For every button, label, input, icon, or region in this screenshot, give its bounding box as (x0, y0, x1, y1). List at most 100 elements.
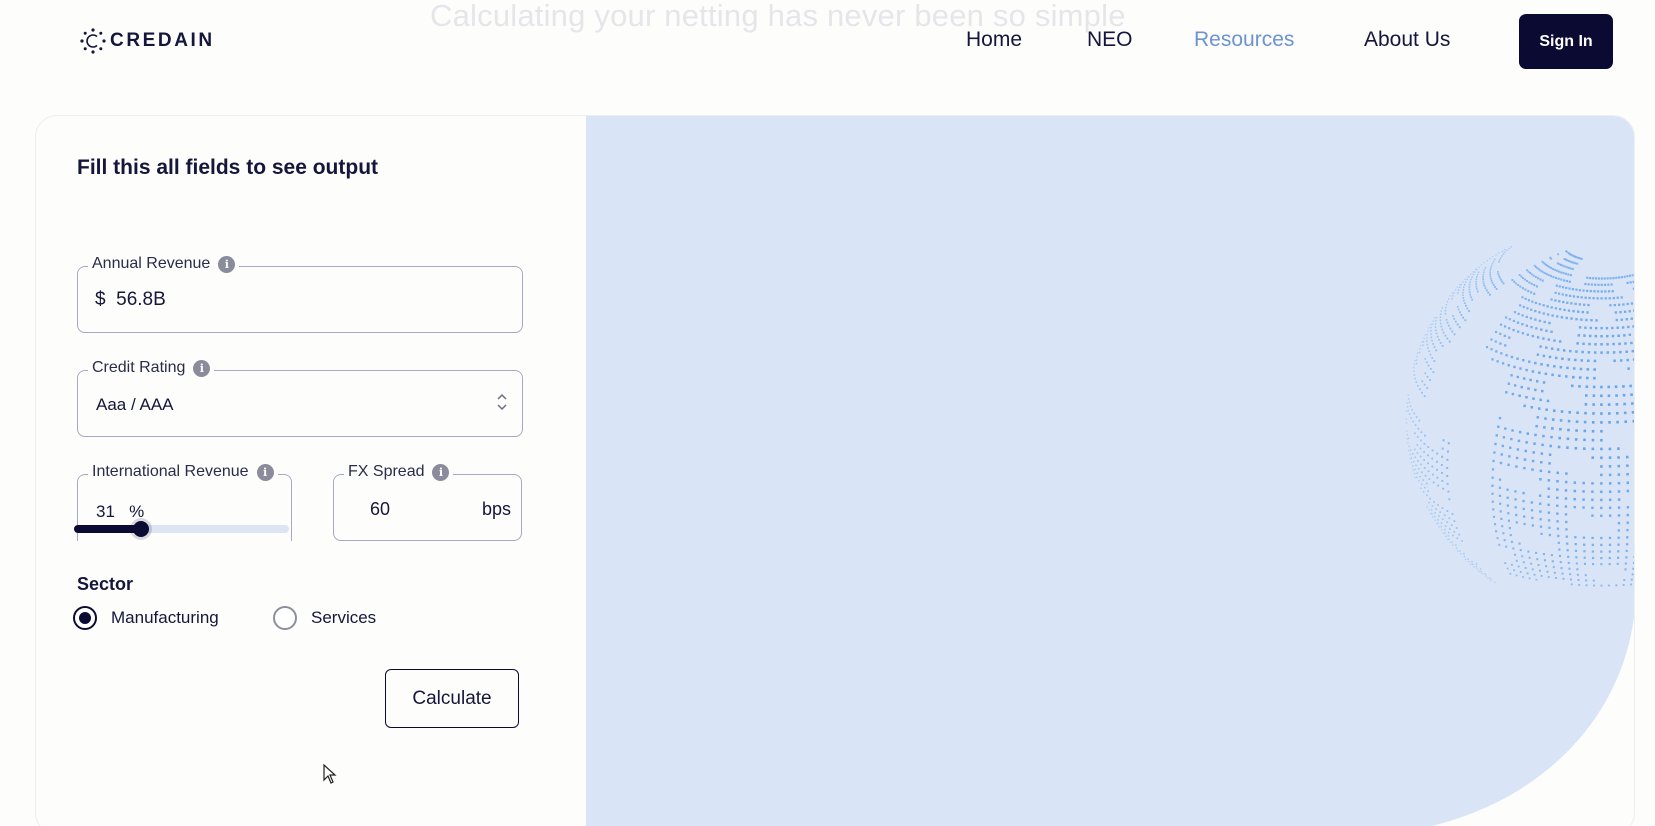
globe-dot (1529, 557, 1531, 559)
globe-dot (1516, 357, 1518, 359)
globe-dot (1633, 556, 1635, 558)
globe-dot (1608, 290, 1610, 292)
globe-dot (1523, 377, 1526, 380)
globe-dot (1456, 527, 1458, 529)
annual-revenue-input[interactable]: $ 56.8B (95, 289, 166, 311)
globe-dot (1493, 516, 1495, 518)
globe-dot (1613, 360, 1616, 363)
calculate-button[interactable]: Calculate (385, 669, 519, 728)
globe-dot (1452, 542, 1453, 543)
radio-manufacturing[interactable]: Manufacturing (73, 606, 219, 630)
globe-dot (1412, 465, 1413, 466)
globe-dot (1435, 320, 1436, 321)
globe-dot (1513, 281, 1515, 283)
fx-spread-field[interactable]: FX Spread i 60 bps (333, 463, 522, 541)
globe-dot (1582, 311, 1584, 313)
international-revenue-input[interactable]: 31 % (96, 502, 144, 522)
globe-dot (1473, 274, 1474, 275)
globe-dot (1476, 288, 1478, 290)
annual-revenue-field[interactable]: Annual Revenue i $ 56.8B (77, 255, 523, 333)
globe-dot (1500, 510, 1502, 512)
globe-dot (1431, 458, 1433, 460)
globe-dot (1424, 487, 1426, 489)
info-icon[interactable]: i (218, 255, 236, 273)
globe-dot (1539, 494, 1541, 496)
globe-dot (1406, 422, 1407, 423)
globe-dot (1545, 408, 1548, 411)
info-icon[interactable]: i (193, 359, 211, 377)
globe-dot (1440, 313, 1442, 315)
globe-dot (1406, 410, 1407, 411)
globe-dot (1627, 506, 1629, 508)
credit-rating-select[interactable]: Credit Rating i Aaa / AAA (77, 359, 523, 437)
globe-dot (1518, 440, 1521, 443)
globe-dot (1611, 283, 1613, 285)
globe-dot (1561, 573, 1563, 575)
radio-checked-icon[interactable] (73, 606, 97, 630)
slider-thumb[interactable] (132, 521, 149, 537)
globe-dot (1536, 285, 1538, 287)
globe-dot (1630, 393, 1633, 396)
globe-dot (1566, 302, 1568, 304)
globe-dot (1450, 295, 1451, 296)
info-icon[interactable]: i (432, 463, 450, 481)
globe-dot (1622, 326, 1624, 328)
globe-dot (1566, 367, 1569, 370)
globe-dot (1518, 394, 1521, 397)
globe-dot (1581, 351, 1584, 354)
globe-dot (1622, 385, 1625, 388)
international-revenue-slider[interactable] (74, 521, 289, 537)
globe-dot (1570, 317, 1572, 319)
globe-dot (1626, 318, 1628, 320)
globe-dot (1617, 465, 1620, 468)
globe-dot (1511, 429, 1513, 431)
globe-dot (1548, 527, 1550, 529)
globe-dot (1470, 296, 1472, 298)
globe-dot (1527, 387, 1530, 390)
globe-dot (1459, 550, 1460, 551)
radio-services[interactable]: Services (273, 606, 376, 630)
globe-dot (1523, 467, 1525, 469)
globe-dot (1427, 376, 1429, 378)
globe-dot (1565, 497, 1568, 500)
globe-dot (1539, 345, 1541, 347)
globe-dot (1504, 249, 1505, 250)
globe-dot (1416, 363, 1417, 364)
nav-about-us[interactable]: About Us (1364, 28, 1450, 52)
nav-home[interactable]: Home (966, 28, 1022, 52)
globe-dot (1437, 485, 1439, 487)
nav-resources[interactable]: Resources (1194, 28, 1294, 52)
globe-dot (1426, 494, 1428, 496)
globe-dot (1553, 339, 1555, 341)
globe-dot (1451, 524, 1453, 526)
globe-dot (1452, 292, 1453, 293)
radio-unchecked-icon[interactable] (273, 606, 297, 630)
globe-dot (1414, 473, 1415, 474)
globe-dot (1612, 290, 1614, 292)
globe-dot (1495, 340, 1497, 342)
globe-dot (1555, 307, 1557, 309)
globe-dot (1532, 524, 1534, 526)
globe-dot (1577, 310, 1579, 312)
globe-dot (1532, 370, 1535, 373)
globe-dot (1569, 295, 1571, 297)
globe-dot (1508, 455, 1510, 457)
brand-logo[interactable]: CREDAIN (80, 28, 215, 54)
globe-dot (1532, 451, 1535, 454)
globe-dot (1444, 529, 1446, 531)
globe-dot (1575, 543, 1577, 545)
globe-dot (1539, 518, 1541, 520)
globe-dot (1487, 577, 1488, 578)
nav-neo[interactable]: NEO (1087, 28, 1133, 52)
globe-dot (1571, 583, 1573, 585)
globe-dot (1591, 537, 1593, 539)
globe-dot (1462, 281, 1463, 282)
globe-dot (1534, 389, 1537, 392)
globe-dot (1406, 430, 1407, 431)
info-icon[interactable]: i (256, 463, 274, 481)
sign-in-button[interactable]: Sign In (1519, 14, 1613, 69)
globe-dot (1410, 449, 1411, 450)
fx-spread-input[interactable]: 60 (370, 499, 390, 520)
globe-dot (1491, 493, 1493, 495)
globe-dot (1415, 465, 1417, 467)
